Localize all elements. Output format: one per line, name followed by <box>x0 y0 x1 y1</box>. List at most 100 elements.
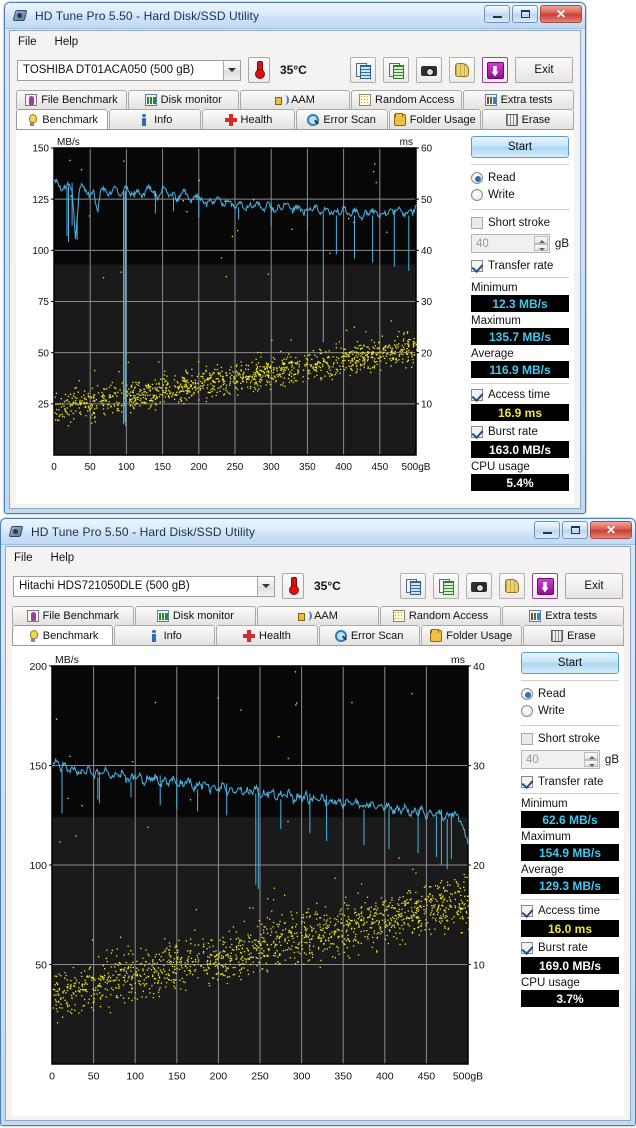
tab-error-scan[interactable]: Error Scan <box>318 625 420 645</box>
copy-icon-button[interactable] <box>350 57 376 83</box>
tab-benchmark[interactable]: Benchmark <box>12 625 114 645</box>
short-stroke-size-row[interactable]: 40 gB <box>521 750 619 769</box>
stepper-down[interactable] <box>583 759 598 767</box>
tab-label: Health <box>240 113 273 126</box>
start-button[interactable]: Start <box>521 652 619 674</box>
svg-text:150: 150 <box>154 462 171 473</box>
stepper-up[interactable] <box>583 752 598 760</box>
tabstrip-1[interactable]: File Benchmark Disk monitor AAM Random A… <box>10 88 580 129</box>
tab-random-access[interactable]: Random Access <box>379 606 502 625</box>
tab-info[interactable]: Info <box>114 625 216 645</box>
svg-text:40: 40 <box>421 246 433 257</box>
hdtune-window-2[interactable]: HD Tune Pro 5.50 - Hard Disk/SSD Utility… <box>0 518 636 1126</box>
glove-icon-button[interactable] <box>449 57 475 83</box>
read-radio[interactable]: Read <box>521 685 619 702</box>
tab-extra-tests[interactable]: Extra tests <box>502 606 624 625</box>
stepper-down[interactable] <box>533 243 548 251</box>
menu-file[interactable]: File <box>18 36 37 48</box>
burst-rate-checkbox[interactable]: Burst rate <box>471 423 569 440</box>
tab-folder-usage[interactable]: Folder Usage <box>420 625 522 645</box>
transfer-rate-checkbox[interactable]: Transfer rate <box>521 773 619 790</box>
camera-icon-button[interactable] <box>466 573 492 599</box>
copy-excel-icon-button[interactable] <box>433 573 459 599</box>
minimize-button[interactable] <box>484 5 510 23</box>
tab-benchmark[interactable]: Benchmark <box>16 109 109 129</box>
window-controls-2[interactable]: ✕ <box>534 521 632 539</box>
tab-disk-monitor[interactable]: Disk monitor <box>134 606 257 625</box>
close-button[interactable]: ✕ <box>590 521 632 539</box>
hdtune-window-1[interactable]: HD Tune Pro 5.50 - Hard Disk/SSD Utility… <box>4 2 586 514</box>
write-radio[interactable]: Write <box>521 702 619 719</box>
tab-row-secondary-2[interactable]: Benchmark Info Health Error Scan Folder … <box>12 625 625 645</box>
menubar-2[interactable]: File Help <box>6 547 630 568</box>
tab-health[interactable]: Health <box>216 625 318 645</box>
exit-button[interactable]: Exit <box>565 573 623 599</box>
download-icon-button[interactable] <box>482 57 508 83</box>
tab-info[interactable]: Info <box>109 109 202 129</box>
tabstrip-2[interactable]: File Benchmark Disk monitor AAM Random A… <box>6 604 630 645</box>
tab-extra-tests[interactable]: Extra tests <box>463 90 574 109</box>
radio-on-icon <box>471 171 483 184</box>
short-stroke-stepper[interactable]: 40 <box>521 750 600 769</box>
tab-random-access[interactable]: Random Access <box>351 90 463 109</box>
access-time-checkbox[interactable]: Access time <box>521 902 619 919</box>
burst-rate-checkbox[interactable]: Burst rate <box>521 939 619 956</box>
short-stroke-checkbox[interactable]: Short stroke <box>521 730 619 747</box>
menubar-1[interactable]: File Help <box>10 31 580 52</box>
tab-row-primary-1[interactable]: File Benchmark Disk monitor AAM Random A… <box>16 90 574 109</box>
drive-select[interactable]: Hitachi HDS721050DLE (500 gB) <box>13 575 275 597</box>
checkbox-on-icon <box>471 388 483 401</box>
client-area-2: File Help Hitachi HDS721050DLE (500 gB) … <box>5 546 631 1121</box>
tab-erase[interactable]: Erase <box>522 625 625 645</box>
titlebar-1[interactable]: HD Tune Pro 5.50 - Hard Disk/SSD Utility… <box>5 3 585 29</box>
write-radio[interactable]: Write <box>471 186 569 203</box>
stepper-up[interactable] <box>533 236 548 244</box>
average-label: Average <box>471 348 514 360</box>
tab-aam[interactable]: AAM <box>239 90 351 109</box>
toolbar-1[interactable]: TOSHIBA DT01ACA050 (500 gB) 35°C Exit <box>10 52 580 88</box>
tab-error-scan[interactable]: Error Scan <box>295 109 388 129</box>
close-button[interactable]: ✕ <box>540 5 582 23</box>
maximize-button[interactable] <box>562 521 588 539</box>
benchmark-options-1[interactable]: Start Read Write Short stroke 40 gB Tran… <box>466 130 574 504</box>
svg-text:50: 50 <box>85 462 97 473</box>
copy-excel-icon-button[interactable] <box>383 57 409 83</box>
tab-row-primary-2[interactable]: File Benchmark Disk monitor AAM Random A… <box>12 606 624 625</box>
tab-file-benchmark[interactable]: File Benchmark <box>12 606 134 625</box>
exit-button[interactable]: Exit <box>515 57 573 83</box>
tab-row-secondary-1[interactable]: Benchmark Info Health Error Scan Folder … <box>16 109 575 129</box>
menu-file[interactable]: File <box>14 552 33 564</box>
tab-file-benchmark[interactable]: File Benchmark <box>16 90 127 109</box>
menu-help[interactable]: Help <box>55 36 79 48</box>
window-controls-1[interactable]: ✕ <box>484 5 582 23</box>
transfer-rate-checkbox[interactable]: Transfer rate <box>471 257 569 274</box>
short-stroke-size-row[interactable]: 40 gB <box>471 234 569 253</box>
access-time-checkbox[interactable]: Access time <box>471 386 569 403</box>
write-label: Write <box>538 704 565 717</box>
drive-select[interactable]: TOSHIBA DT01ACA050 (500 gB) <box>17 59 241 81</box>
maximize-button[interactable] <box>512 5 538 23</box>
titlebar-2[interactable]: HD Tune Pro 5.50 - Hard Disk/SSD Utility… <box>1 519 635 545</box>
tab-disk-monitor[interactable]: Disk monitor <box>127 90 239 109</box>
start-button[interactable]: Start <box>471 136 569 158</box>
tab-erase[interactable]: Erase <box>481 109 575 129</box>
camera-icon-button[interactable] <box>416 57 442 83</box>
maximum-label: Maximum <box>521 831 571 843</box>
benchmark-options-2[interactable]: Start Read Write Short stroke 40 gB Tran… <box>516 646 624 1116</box>
short-stroke-checkbox[interactable]: Short stroke <box>471 214 569 231</box>
tab-health[interactable]: Health <box>202 109 295 129</box>
svg-text:75: 75 <box>38 297 50 308</box>
chevron-down-icon[interactable] <box>257 576 274 596</box>
toolbar-2[interactable]: Hitachi HDS721050DLE (500 gB) 35°C Exit <box>6 568 630 604</box>
download-icon-button[interactable] <box>532 573 558 599</box>
tab-aam[interactable]: AAM <box>257 606 379 625</box>
chevron-down-icon[interactable] <box>223 60 240 80</box>
copy-icon-button[interactable] <box>400 573 426 599</box>
read-radio[interactable]: Read <box>471 169 569 186</box>
menu-help[interactable]: Help <box>51 552 75 564</box>
tab-folder-usage[interactable]: Folder Usage <box>388 109 481 129</box>
short-stroke-stepper[interactable]: 40 <box>471 234 550 253</box>
access-time-value: 16.9 ms <box>471 404 569 421</box>
minimize-button[interactable] <box>534 521 560 539</box>
glove-icon-button[interactable] <box>499 573 525 599</box>
